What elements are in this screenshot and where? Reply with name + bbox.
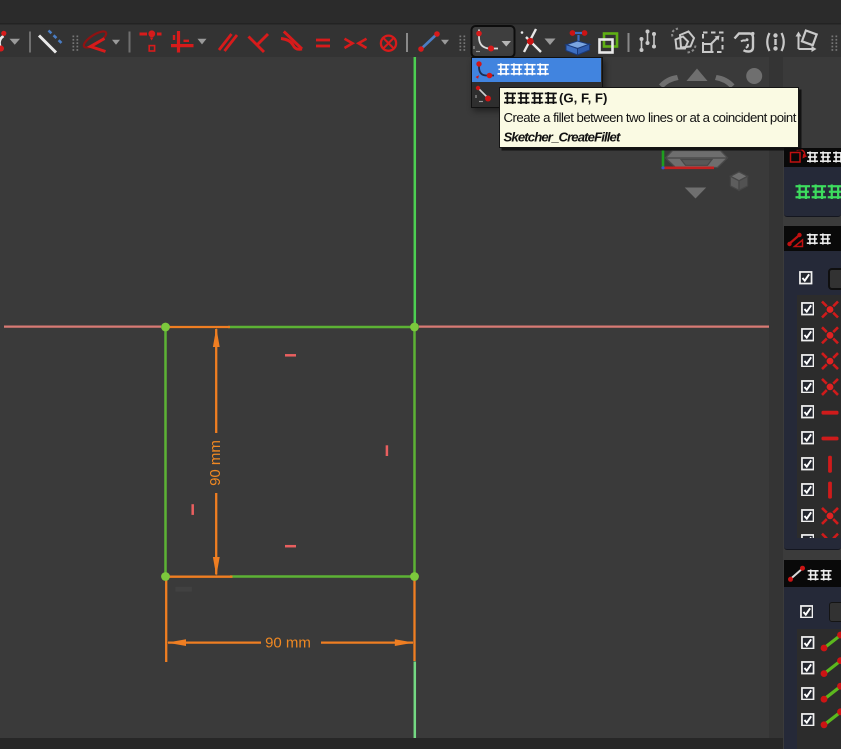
svg-text:(G, F, F): (G, F, F) [559,90,607,105]
svg-text:Create a fillet between two li: Create a fillet between two lines or at … [504,110,797,125]
svg-text:90 mm: 90 mm [265,634,311,651]
svg-text:Sketcher_CreateFillet: Sketcher_CreateFillet [504,129,621,144]
svg-text:90 mm: 90 mm [207,440,224,486]
